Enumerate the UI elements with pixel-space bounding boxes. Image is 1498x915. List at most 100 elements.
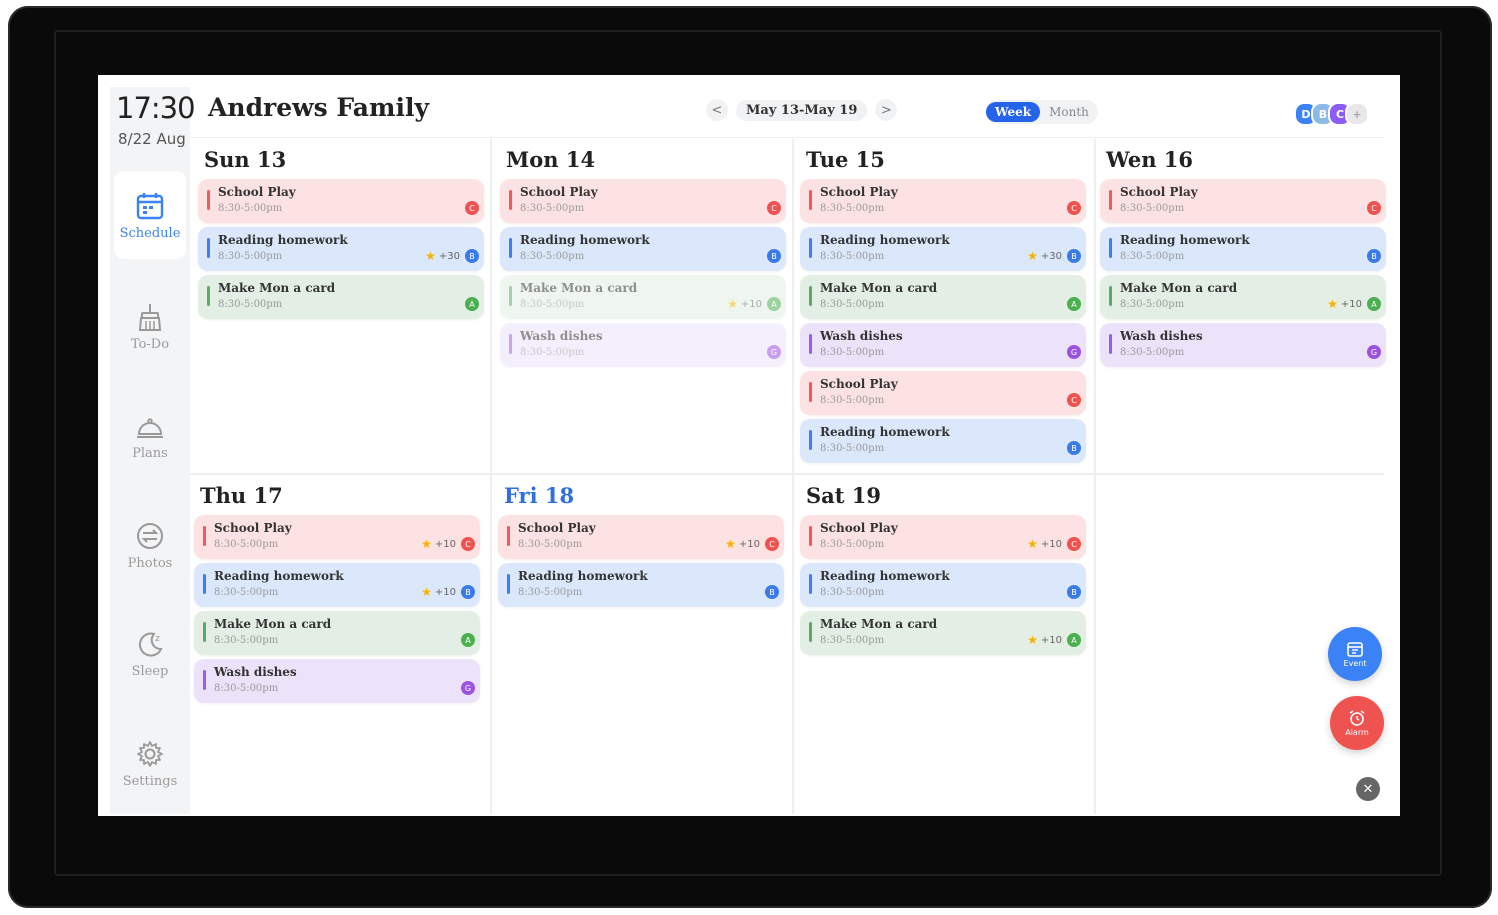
event-card[interactable]: Reading homework 8:30-5:00pm ★ +30 B: [198, 227, 484, 271]
event-title: Make Mon a card: [820, 281, 938, 295]
event-title: Wash dishes: [214, 665, 297, 679]
event-card[interactable]: School Play 8:30-5:00pm C: [800, 371, 1086, 415]
assignee-avatar: B: [465, 249, 479, 263]
sidebar-item-schedule[interactable]: Schedule: [114, 171, 186, 259]
day-column: Thu 17 School Play 8:30-5:00pm ★ +10 C Reading…: [194, 477, 480, 707]
add-event-label: Event: [1343, 659, 1367, 668]
event-card[interactable]: Reading homework 8:30-5:00pm ★ +30 B: [800, 227, 1086, 271]
event-color-bar: [203, 670, 206, 690]
event-time: 8:30-5:00pm: [214, 587, 279, 598]
event-card[interactable]: Reading homework 8:30-5:00pm B: [1100, 227, 1386, 271]
add-event-button[interactable]: Event: [1328, 627, 1382, 681]
event-card[interactable]: Reading homework 8:30-5:00pm B: [498, 563, 784, 607]
event-points: ★ +10: [421, 537, 456, 551]
assignee-avatar: C: [1067, 201, 1081, 215]
event-title: School Play: [214, 521, 292, 535]
clock-date: 8/22 Aug: [118, 130, 186, 148]
week-view-button[interactable]: Week: [986, 102, 1041, 122]
event-card[interactable]: School Play 8:30-5:00pm ★ +10 C: [800, 515, 1086, 559]
event-card[interactable]: Reading homework 8:30-5:00pm ★ +10 B: [194, 563, 480, 607]
add-alarm-button[interactable]: Alarm: [1330, 696, 1384, 750]
event-points: ★ +10: [727, 297, 762, 311]
month-view-button[interactable]: Month: [1040, 102, 1098, 122]
star-icon: ★: [421, 537, 432, 551]
points-value: +10: [1340, 298, 1362, 310]
event-color-bar: [809, 286, 812, 306]
sidebar-item-todo[interactable]: To-Do: [114, 282, 186, 370]
event-card[interactable]: Reading homework 8:30-5:00pm B: [800, 419, 1086, 463]
event-title: School Play: [820, 377, 898, 391]
sidebar-item-label: Schedule: [119, 225, 181, 241]
assignee-avatar: C: [767, 201, 781, 215]
page-title: Andrews Family: [208, 93, 429, 122]
next-week-button[interactable]: >: [875, 99, 898, 121]
gear-icon: [137, 740, 163, 767]
event-card[interactable]: School Play 8:30-5:00pm ★ +10 C: [194, 515, 480, 559]
sidebar-item-plans[interactable]: Plans: [114, 391, 186, 479]
event-title: Wash dishes: [1120, 329, 1203, 343]
photos-icon: [137, 522, 163, 549]
event-card[interactable]: Make Mon a card 8:30-5:00pm ★ +10 A: [800, 611, 1086, 655]
assignee-avatar: B: [461, 585, 475, 599]
divider: [490, 139, 492, 814]
prev-week-button[interactable]: <: [706, 99, 728, 121]
event-title: Reading homework: [820, 425, 950, 439]
sidebar-item-label: Settings: [122, 773, 178, 789]
event-title: School Play: [518, 521, 596, 535]
event-title: Reading homework: [214, 569, 344, 583]
assignee-avatar: B: [1067, 441, 1081, 455]
event-card[interactable]: Wash dishes 8:30-5:00pm G: [1100, 323, 1386, 367]
event-card[interactable]: Make Mon a card 8:30-5:00pm A: [194, 611, 480, 655]
star-icon: ★: [421, 585, 432, 599]
sidebar-item-settings[interactable]: Settings: [114, 719, 186, 807]
event-card[interactable]: School Play 8:30-5:00pm C: [1100, 179, 1386, 223]
star-icon: ★: [1027, 249, 1038, 263]
event-card[interactable]: Reading homework 8:30-5:00pm B: [500, 227, 786, 271]
event-card[interactable]: School Play 8:30-5:00pm C: [800, 179, 1086, 223]
event-card[interactable]: Make Mon a card 8:30-5:00pm A: [800, 275, 1086, 319]
assignee-avatar: G: [461, 681, 475, 695]
svg-text:z: z: [155, 634, 160, 644]
assignee-avatar: A: [767, 297, 781, 311]
event-card[interactable]: School Play 8:30-5:00pm ★ +10 C: [498, 515, 784, 559]
points-value: +30: [438, 250, 460, 262]
event-card[interactable]: Reading homework 8:30-5:00pm B: [800, 563, 1086, 607]
event-time: 8:30-5:00pm: [218, 203, 283, 214]
day-column: Wen 16 School Play 8:30-5:00pm C Reading hom…: [1100, 141, 1386, 371]
sidebar-item-sleep[interactable]: z Sleep: [114, 609, 186, 697]
event-color-bar: [1109, 334, 1112, 354]
assignee-avatar: B: [1067, 249, 1081, 263]
event-card[interactable]: Make Mon a card 8:30-5:00pm ★ +10 A: [500, 275, 786, 319]
event-time: 8:30-5:00pm: [218, 251, 283, 262]
day-column: Mon 14 School Play 8:30-5:00pm C Reading hom…: [500, 141, 786, 371]
event-color-bar: [809, 382, 812, 402]
event-card[interactable]: Wash dishes 8:30-5:00pm G: [800, 323, 1086, 367]
day-title: Tue 15: [806, 147, 885, 172]
close-button[interactable]: ✕: [1356, 777, 1380, 801]
alarm-clock-icon: [1349, 710, 1365, 726]
event-card[interactable]: School Play 8:30-5:00pm C: [198, 179, 484, 223]
member-avatars: D B C +: [1294, 102, 1369, 126]
points-value: +10: [738, 538, 760, 550]
event-card[interactable]: Make Mon a card 8:30-5:00pm ★ +10 A: [1100, 275, 1386, 319]
event-card[interactable]: Make Mon a card 8:30-5:00pm A: [198, 275, 484, 319]
event-title: Reading homework: [1120, 233, 1250, 247]
add-member-button[interactable]: +: [1345, 102, 1369, 126]
divider: [792, 139, 794, 814]
points-value: +10: [434, 538, 456, 550]
date-range-label[interactable]: May 13-May 19: [736, 99, 868, 121]
sidebar-item-photos[interactable]: Photos: [114, 501, 186, 589]
event-card[interactable]: Wash dishes 8:30-5:00pm G: [194, 659, 480, 703]
sidebar-item-label: To-Do: [130, 336, 170, 352]
event-color-bar: [1109, 190, 1112, 210]
star-icon: ★: [725, 537, 736, 551]
view-toggle: Week Month: [986, 100, 1098, 124]
event-color-bar: [207, 238, 210, 258]
event-title: School Play: [218, 185, 296, 199]
event-card[interactable]: School Play 8:30-5:00pm C: [500, 179, 786, 223]
points-value: +10: [740, 298, 762, 310]
event-card[interactable]: Wash dishes 8:30-5:00pm G: [500, 323, 786, 367]
event-color-bar: [1109, 238, 1112, 258]
divider: [190, 473, 1384, 475]
calendar-icon: [1347, 642, 1363, 657]
